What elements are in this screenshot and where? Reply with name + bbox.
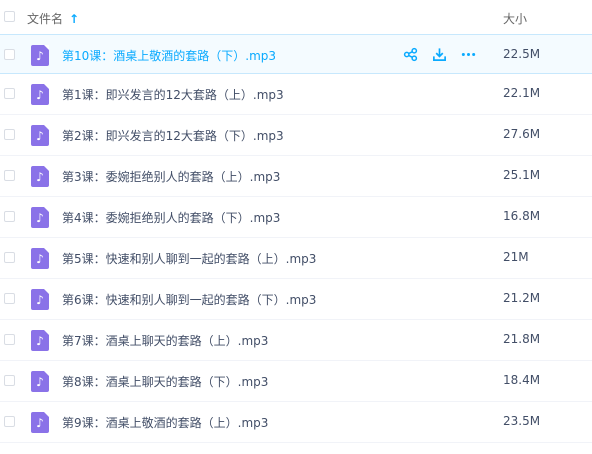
file-size: 18.4M	[503, 373, 541, 387]
music-file-icon: ♪	[31, 166, 49, 187]
music-file-icon: ♪	[31, 45, 49, 66]
row-checkbox[interactable]	[4, 88, 15, 99]
share-icon[interactable]	[402, 46, 419, 63]
file-row[interactable]: ♪ 第10课：酒桌上敬酒的套路（下）.mp3 22.5M	[0, 34, 592, 74]
file-row[interactable]: ♪ 第1课：即兴发言的12大套路（上）.mp3 22.1M	[0, 74, 592, 115]
file-size: 21M	[503, 250, 529, 264]
music-file-icon: ♪	[31, 248, 49, 269]
file-name-link[interactable]: 第4课：委婉拒绝别人的套路（下）.mp3	[62, 209, 280, 226]
file-row[interactable]: ♪ 第8课：酒桌上聊天的套路（下）.mp3 18.4M	[0, 361, 592, 402]
row-checkbox[interactable]	[4, 293, 15, 304]
row-checkbox[interactable]	[4, 211, 15, 222]
music-file-icon: ♪	[31, 371, 49, 392]
file-list: ♪ 第10课：酒桌上敬酒的套路（下）.mp3 22.5M ♪ 第1课：即兴发言的…	[0, 34, 592, 443]
file-name-link[interactable]: 第5课：快速和别人聊到一起的套路（上）.mp3	[62, 250, 316, 267]
file-name-link[interactable]: 第7课：酒桌上聊天的套路（上）.mp3	[62, 332, 268, 349]
file-name-link[interactable]: 第1课：即兴发言的12大套路（上）.mp3	[62, 86, 284, 103]
file-row[interactable]: ♪ 第3课：委婉拒绝别人的套路（上）.mp3 25.1M	[0, 156, 592, 197]
file-name-link[interactable]: 第6课：快速和别人聊到一起的套路（下）.mp3	[62, 291, 316, 308]
more-icon[interactable]	[460, 46, 477, 63]
file-size: 21.2M	[503, 291, 541, 305]
column-name-label: 文件名	[27, 12, 64, 26]
music-file-icon: ♪	[31, 84, 49, 105]
row-checkbox[interactable]	[4, 129, 15, 140]
column-header-size[interactable]: 大小	[503, 10, 527, 27]
file-size: 25.1M	[503, 168, 541, 182]
file-list-header: 文件名 ↑ 大小	[0, 0, 592, 35]
select-all-checkbox[interactable]	[4, 11, 15, 22]
music-file-icon: ♪	[31, 125, 49, 146]
file-size: 27.6M	[503, 127, 541, 141]
row-checkbox[interactable]	[4, 49, 15, 60]
row-checkbox[interactable]	[4, 170, 15, 181]
file-row[interactable]: ♪ 第2课：即兴发言的12大套路（下）.mp3 27.6M	[0, 115, 592, 156]
file-name-link[interactable]: 第3课：委婉拒绝别人的套路（上）.mp3	[62, 168, 280, 185]
file-name-link[interactable]: 第8课：酒桌上聊天的套路（下）.mp3	[62, 373, 268, 390]
file-row[interactable]: ♪ 第4课：委婉拒绝别人的套路（下）.mp3 16.8M	[0, 197, 592, 238]
file-size: 21.8M	[503, 332, 541, 346]
row-checkbox[interactable]	[4, 375, 15, 386]
music-file-icon: ♪	[31, 289, 49, 310]
row-checkbox[interactable]	[4, 416, 15, 427]
file-name-link[interactable]: 第9课：酒桌上敬酒的套路（上）.mp3	[62, 414, 268, 431]
music-file-icon: ♪	[31, 207, 49, 228]
file-name-link[interactable]: 第2课：即兴发言的12大套路（下）.mp3	[62, 127, 284, 144]
file-row[interactable]: ♪ 第6课：快速和别人聊到一起的套路（下）.mp3 21.2M	[0, 279, 592, 320]
file-name-link[interactable]: 第10课：酒桌上敬酒的套路（下）.mp3	[62, 47, 276, 64]
file-size: 22.5M	[503, 47, 541, 61]
music-file-icon: ♪	[31, 412, 49, 433]
arrow-up-icon[interactable]: ↑	[69, 12, 79, 26]
column-header-name[interactable]: 文件名 ↑	[27, 10, 79, 27]
row-checkbox[interactable]	[4, 252, 15, 263]
file-row[interactable]: ♪ 第7课：酒桌上聊天的套路（上）.mp3 21.8M	[0, 320, 592, 361]
row-checkbox[interactable]	[4, 334, 15, 345]
music-file-icon: ♪	[31, 330, 49, 351]
file-size: 22.1M	[503, 86, 541, 100]
download-icon[interactable]	[431, 46, 448, 63]
file-size: 23.5M	[503, 414, 541, 428]
row-actions	[402, 46, 477, 63]
file-size: 16.8M	[503, 209, 541, 223]
file-row[interactable]: ♪ 第9课：酒桌上敬酒的套路（上）.mp3 23.5M	[0, 402, 592, 443]
file-row[interactable]: ♪ 第5课：快速和别人聊到一起的套路（上）.mp3 21M	[0, 238, 592, 279]
